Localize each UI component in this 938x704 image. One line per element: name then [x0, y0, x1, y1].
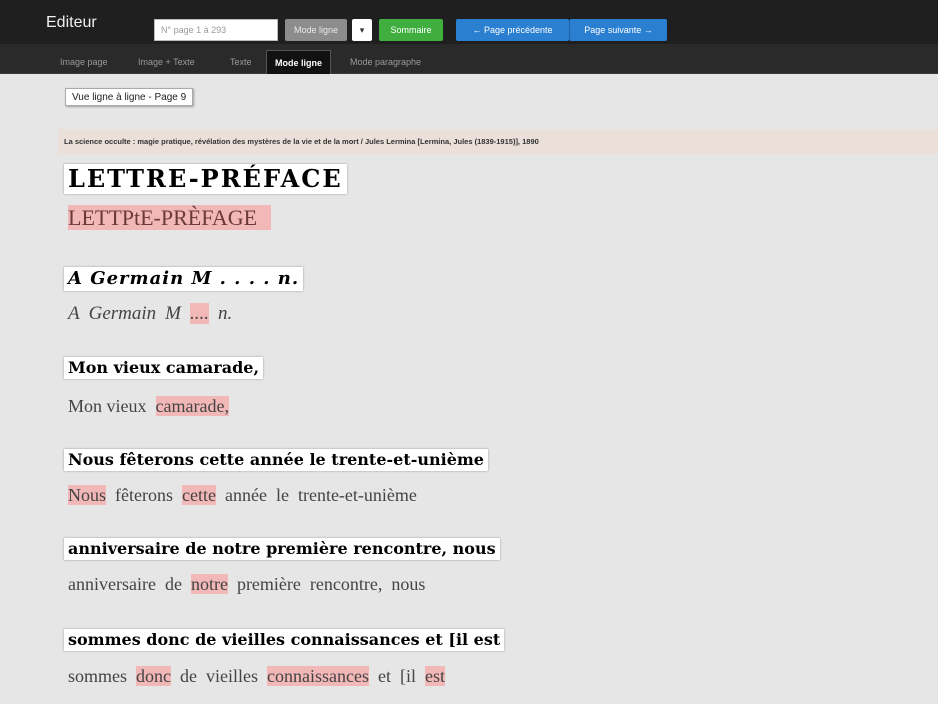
ocr-line[interactable]: LETTPtE-PRÈFAGE — [68, 202, 280, 234]
ocr-word[interactable]: première — [237, 574, 301, 594]
ocr-word[interactable]: et — [378, 666, 391, 686]
ocr-word-flagged[interactable]: est — [424, 666, 445, 686]
ocr-line[interactable]: Nous fêterons cette année le trente-et-unième — [68, 481, 426, 509]
line-view-content: Vue ligne à ligne - Page 9 La science oc… — [0, 74, 938, 704]
ocr-word[interactable]: nous — [391, 574, 425, 594]
tab-mode-paragraphe[interactable]: Mode paragraphe — [342, 50, 429, 74]
ocr-word[interactable]: A — [68, 303, 80, 324]
ocr-word-flagged[interactable]: cette — [182, 485, 216, 505]
ocr-word-flagged[interactable]: notre — [190, 574, 228, 594]
next-page-button[interactable]: Page suivante → — [569, 19, 667, 41]
scan-line: anniversaire de notre première rencontre… — [64, 538, 500, 560]
ocr-word[interactable]: anniversaire — [68, 574, 156, 594]
ocr-word[interactable]: de — [165, 574, 182, 594]
ocr-word[interactable]: le — [276, 485, 289, 505]
ocr-word[interactable]: [il — [400, 666, 416, 686]
ocr-word[interactable]: vieilles — [206, 666, 258, 686]
scan-line: Mon vieux camarade, — [64, 357, 264, 379]
view-page-label: Vue ligne à ligne - Page 9 — [65, 88, 194, 106]
ocr-word[interactable]: M — [165, 303, 181, 324]
ocr-word[interactable]: sommes — [68, 666, 127, 686]
tab-mode-ligne[interactable]: Mode ligne — [266, 50, 331, 74]
ocr-word[interactable]: fêterons — [115, 485, 173, 505]
scan-line: LETTRE-PRÉFACE — [64, 164, 347, 194]
scan-line: A Germain M . . . . n. — [64, 267, 304, 291]
ocr-line[interactable]: anniversaire de notre première rencontre, nou… — [68, 570, 434, 598]
scan-line: sommes donc de vieilles connaissances et… — [64, 629, 505, 651]
ocr-word-flagged[interactable]: camarade, — [155, 396, 229, 416]
ocr-word-flagged[interactable]: LETTPtE-PRÈFAGE — [68, 205, 272, 230]
ocr-word[interactable]: n. — [218, 303, 232, 324]
chevron-down-icon[interactable]: ▾ — [352, 19, 372, 41]
document-reference: La science occulte : magie pratique, rév… — [58, 129, 938, 155]
tab-image-texte[interactable]: Image + Texte — [130, 50, 203, 74]
ocr-word-flagged[interactable]: donc — [136, 666, 172, 686]
scan-line: Nous fêterons cette année le trente-et-u… — [64, 449, 488, 471]
tab-image-page[interactable]: Image page — [52, 50, 116, 74]
ocr-word[interactable]: année — [225, 485, 267, 505]
ocr-word-flagged[interactable]: Nous — [68, 485, 107, 505]
top-toolbar: Editeur Mode ligne ▾ Sommaire ← Page pré… — [0, 0, 938, 44]
ocr-word-flagged[interactable]: .... — [190, 303, 209, 324]
sommaire-button[interactable]: Sommaire — [379, 19, 443, 41]
page-number-input[interactable] — [154, 19, 278, 41]
view-tabs: Image page Image + Texte Texte Mode lign… — [0, 44, 938, 74]
previous-page-button[interactable]: ← Page précédente — [456, 19, 569, 41]
ocr-line[interactable]: A Germain M.... n. — [68, 300, 241, 328]
ocr-word[interactable]: rencontre, — [310, 574, 382, 594]
ocr-word[interactable]: de — [180, 666, 197, 686]
ocr-line[interactable]: Mon vieux camarade, — [68, 392, 238, 420]
ocr-line[interactable]: sommes donc de vieilles connaissances et [il es… — [68, 662, 454, 690]
app-title: Editeur — [46, 14, 97, 31]
tab-texte[interactable]: Texte — [222, 50, 260, 74]
ocr-word[interactable]: trente-et-unième — [298, 485, 417, 505]
ocr-word-flagged[interactable]: connaissances — [267, 666, 369, 686]
ocr-word[interactable]: Germain — [89, 303, 157, 324]
ocr-word[interactable]: Mon vieux — [68, 396, 147, 416]
mode-select[interactable]: Mode ligne — [285, 19, 347, 41]
